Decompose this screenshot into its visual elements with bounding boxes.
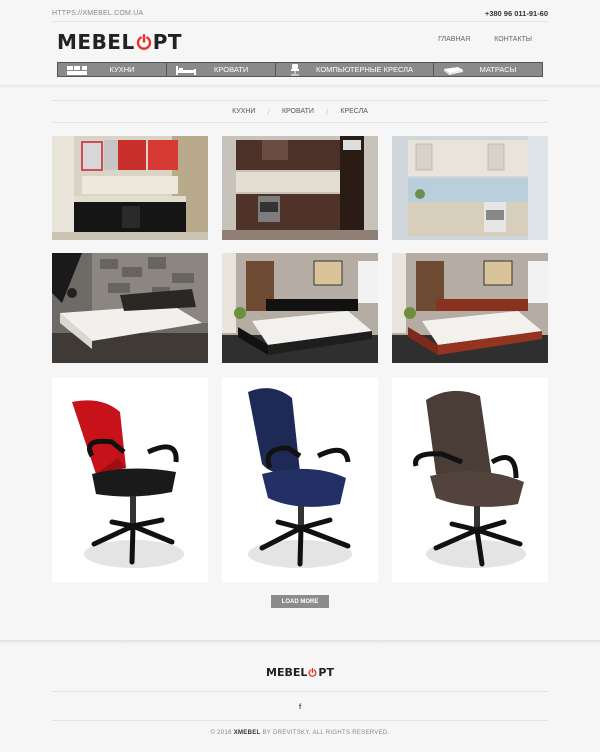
copyright-suffix: BY DREVITSKY. ALL RIGHTS RESERVED. [262, 730, 390, 736]
copyright-brand[interactable]: XMEBEL [234, 730, 261, 736]
gallery-item-chair-red[interactable] [52, 378, 208, 582]
category-nav: КУХНИ КРОВАТИ КОМПЬЮТЕРНЫЕ КРЕСЛА МАТРАС… [57, 62, 543, 77]
category-mattresses[interactable]: МАТРАСЫ [434, 63, 542, 76]
nav-home[interactable]: ГЛАВНАЯ [438, 36, 470, 43]
gallery-item-kitchen-brown[interactable] [222, 136, 378, 240]
gallery-item-chair-brown[interactable] [392, 378, 548, 582]
footer-logo[interactable]: MEBEL PT [0, 666, 600, 679]
top-bar: HTTPS://XMEBEL.COM.UA +380 96 011-91-60 [52, 6, 548, 20]
load-more-button[interactable]: LOAD MORE [271, 595, 329, 608]
category-beds[interactable]: КРОВАТИ [167, 63, 277, 76]
bed-red-image [392, 253, 548, 363]
footer-logo-left: MEBEL [266, 666, 308, 679]
filter-kitchens[interactable]: КУХНИ [232, 108, 255, 115]
chair-red-image [72, 400, 184, 568]
footer-logo-right: PT [318, 666, 334, 679]
bed-icon [175, 64, 197, 76]
bed-dark-image [222, 253, 378, 363]
chair-brown-image [413, 390, 526, 568]
category-chairs[interactable]: КОМПЬЮТЕРНЫЕ КРЕСЛА [276, 63, 434, 76]
nav-contacts[interactable]: КОНТАКТЫ [494, 36, 532, 43]
gallery-item-bed-red[interactable] [392, 253, 548, 363]
footer-shadow [0, 640, 600, 644]
bed-stone-image [52, 253, 208, 363]
facebook-icon[interactable]: f [0, 704, 600, 711]
gallery-item-bed-dark[interactable] [222, 253, 378, 363]
power-icon [308, 668, 317, 677]
gallery-item-chair-blue[interactable] [222, 378, 378, 582]
filter-separator: / [325, 106, 329, 117]
divider [52, 720, 548, 721]
phone-number[interactable]: +380 96 011-91-60 [485, 9, 548, 18]
gallery-item-kitchen-red[interactable] [52, 136, 208, 240]
kitchen-icon [66, 64, 88, 76]
filter-chairs[interactable]: КРЕСЛА [340, 108, 368, 115]
kitchen-red-image [52, 136, 208, 240]
filter-beds[interactable]: КРОВАТИ [282, 108, 314, 115]
kitchen-white-image [392, 136, 548, 240]
divider [52, 21, 548, 22]
category-kitchens[interactable]: КУХНИ [58, 63, 168, 76]
divider [52, 691, 548, 692]
mattress-icon [442, 64, 464, 76]
logo-text-left: MEBEL [57, 30, 135, 54]
chair-icon [284, 64, 306, 76]
chair-blue-image [248, 388, 352, 568]
gallery-item-kitchen-white[interactable] [392, 136, 548, 240]
copyright: © 2016 XMEBEL BY DREVITSKY. ALL RIGHTS R… [0, 730, 600, 736]
site-url[interactable]: HTTPS://XMEBEL.COM.UA [52, 10, 143, 17]
site-logo[interactable]: MEBEL PT [57, 30, 183, 54]
power-icon [136, 34, 151, 50]
logo-text-right: PT [152, 30, 183, 54]
main-nav: ГЛАВНАЯ КОНТАКТЫ [438, 36, 532, 43]
copyright-prefix: © 2016 [210, 730, 232, 736]
header-shadow [0, 85, 600, 88]
filter-separator: / [267, 106, 270, 117]
portfolio-filters: КУХНИ / КРОВАТИ / КРЕСЛА [52, 100, 548, 123]
kitchen-brown-image [222, 136, 378, 240]
gallery-item-bed-stone[interactable] [52, 253, 208, 363]
